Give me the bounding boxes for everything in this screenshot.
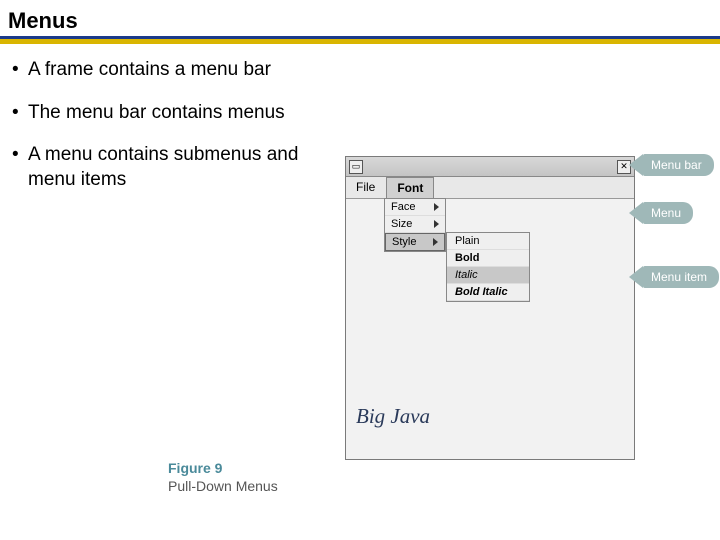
chevron-right-icon [433, 238, 438, 246]
callout-menu: Menu [643, 202, 693, 224]
chevron-right-icon [434, 220, 439, 228]
menu-item-label: Face [391, 201, 415, 213]
sample-text: Big Java [356, 404, 430, 429]
window-system-icon[interactable]: ▭ [349, 160, 363, 174]
figure-title: Pull-Down Menus [168, 478, 278, 494]
callout-label: Menu item [643, 266, 719, 288]
menu-font[interactable]: Font [386, 177, 434, 198]
chevron-right-icon [434, 203, 439, 211]
callout-label: Menu [643, 202, 693, 224]
submenu-style[interactable]: Style [385, 233, 445, 251]
callout-menubar: Menu bar [643, 154, 714, 176]
style-bold-italic[interactable]: Bold Italic [447, 284, 529, 301]
menubar: File Font [346, 177, 634, 199]
menu-item-label: Style [392, 236, 416, 248]
style-plain[interactable]: Plain [447, 233, 529, 250]
menu-item-label: Size [391, 218, 412, 230]
style-bold[interactable]: Bold [447, 250, 529, 267]
menu-file[interactable]: File [346, 177, 386, 198]
figure-number: Figure 9 [168, 460, 278, 476]
accent-bar [0, 39, 720, 44]
bullet-item: The menu bar contains menus [12, 101, 342, 126]
submenu-size[interactable]: Size [385, 216, 445, 233]
callout-label: Menu bar [643, 154, 714, 176]
menu-diagram: ▭ ✕ File Font Big Java Face Size Style P… [345, 156, 715, 460]
font-submenu: Face Size Style [384, 198, 446, 252]
bullet-item: A frame contains a menu bar [12, 58, 342, 83]
style-submenu: Plain Bold Italic Bold Italic [446, 232, 530, 302]
submenu-face[interactable]: Face [385, 199, 445, 216]
style-italic[interactable]: Italic [447, 267, 529, 284]
slide-title: Menus [0, 0, 720, 39]
titlebar: ▭ ✕ [346, 157, 634, 177]
bullet-item: A menu contains submenus and menu items [12, 143, 342, 192]
callout-menuitem: Menu item [643, 266, 719, 288]
figure-caption: Figure 9 Pull-Down Menus [168, 460, 278, 494]
